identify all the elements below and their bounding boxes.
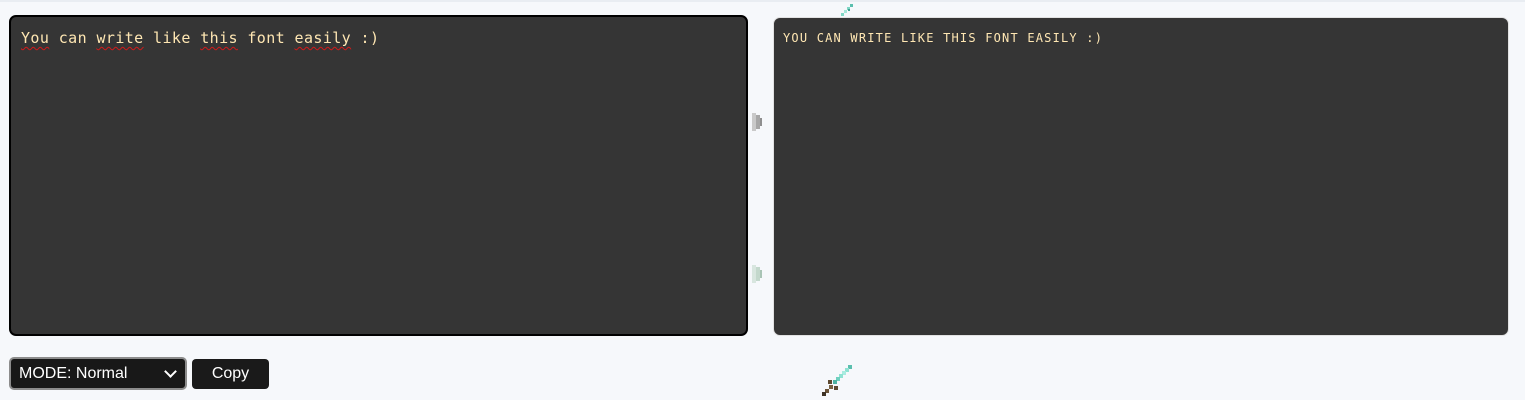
input-word: font <box>237 29 295 47</box>
sword-icon <box>822 365 852 396</box>
input-textarea[interactable]: You can write like this font easily :) <box>9 15 748 336</box>
mode-select[interactable]: MODE: Normal <box>9 357 187 390</box>
copy-button[interactable]: Copy <box>192 359 269 389</box>
input-word: like <box>143 29 201 47</box>
shield-icon <box>752 113 762 131</box>
input-word: :) <box>351 29 380 47</box>
input-word: write <box>96 29 144 47</box>
output-text[interactable]: YOU CAN WRITE LIKE THIS FONT EASILY :) <box>783 31 1103 45</box>
mode-select-label: MODE: Normal <box>19 364 128 382</box>
input-word: easily <box>294 29 352 47</box>
top-strip <box>0 0 1525 2</box>
input-word: this <box>200 29 238 47</box>
output-panel[interactable]: YOU CAN WRITE LIKE THIS FONT EASILY :) <box>773 17 1509 336</box>
chevron-down-icon <box>164 365 177 378</box>
input-word: You <box>21 29 50 47</box>
shield-icon <box>752 265 762 283</box>
input-word: can <box>49 29 97 47</box>
input-text: You can write like this font easily :) <box>21 29 379 47</box>
